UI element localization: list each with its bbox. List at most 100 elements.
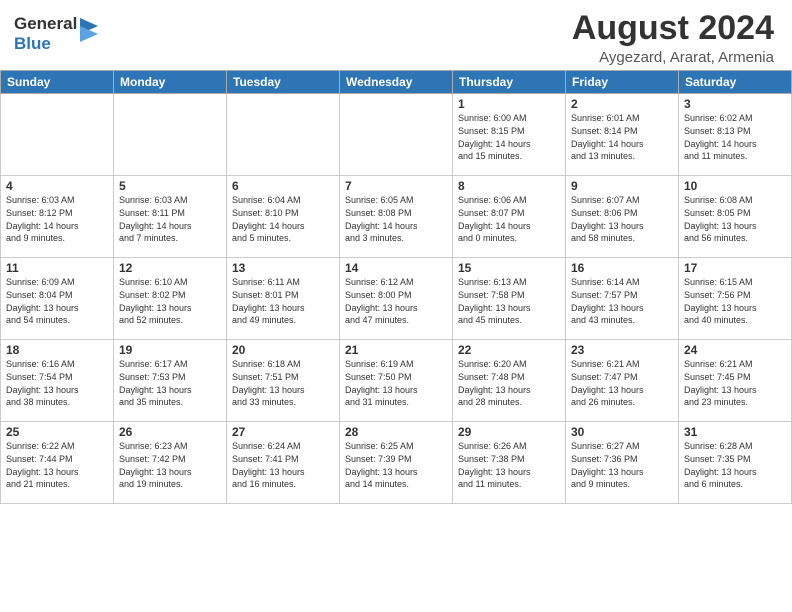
day-info: Sunrise: 6:01 AMSunset: 8:14 PMDaylight:… (571, 112, 673, 162)
day-info: Sunrise: 6:13 AMSunset: 7:58 PMDaylight:… (458, 276, 560, 326)
day-info: Sunrise: 6:21 AMSunset: 7:47 PMDaylight:… (571, 358, 673, 408)
calendar-day-cell: 31Sunrise: 6:28 AMSunset: 7:35 PMDayligh… (679, 422, 792, 504)
calendar-day-cell: 25Sunrise: 6:22 AMSunset: 7:44 PMDayligh… (1, 422, 114, 504)
day-number: 8 (458, 179, 560, 193)
calendar-day-cell: 5Sunrise: 6:03 AMSunset: 8:11 PMDaylight… (114, 176, 227, 258)
calendar-day-cell: 8Sunrise: 6:06 AMSunset: 8:07 PMDaylight… (453, 176, 566, 258)
day-info: Sunrise: 6:06 AMSunset: 8:07 PMDaylight:… (458, 194, 560, 244)
day-info: Sunrise: 6:10 AMSunset: 8:02 PMDaylight:… (119, 276, 221, 326)
calendar-table: SundayMondayTuesdayWednesdayThursdayFrid… (0, 70, 792, 504)
calendar-week-row: 25Sunrise: 6:22 AMSunset: 7:44 PMDayligh… (1, 422, 792, 504)
day-number: 20 (232, 343, 334, 357)
calendar-day-cell: 10Sunrise: 6:08 AMSunset: 8:05 PMDayligh… (679, 176, 792, 258)
calendar-day-cell: 20Sunrise: 6:18 AMSunset: 7:51 PMDayligh… (227, 340, 340, 422)
logo-blue: Blue (14, 34, 51, 53)
day-number: 1 (458, 97, 560, 111)
day-number: 18 (6, 343, 108, 357)
day-number: 22 (458, 343, 560, 357)
calendar-day-cell: 26Sunrise: 6:23 AMSunset: 7:42 PMDayligh… (114, 422, 227, 504)
day-number: 7 (345, 179, 447, 193)
calendar-day-header: Wednesday (340, 71, 453, 94)
day-info: Sunrise: 6:05 AMSunset: 8:08 PMDaylight:… (345, 194, 447, 244)
day-info: Sunrise: 6:16 AMSunset: 7:54 PMDaylight:… (6, 358, 108, 408)
day-info: Sunrise: 6:25 AMSunset: 7:39 PMDaylight:… (345, 440, 447, 490)
logo-text-block: General Blue (14, 14, 77, 53)
calendar-day-cell (340, 94, 453, 176)
calendar-day-cell (114, 94, 227, 176)
calendar-day-cell: 4Sunrise: 6:03 AMSunset: 8:12 PMDaylight… (1, 176, 114, 258)
day-info: Sunrise: 6:22 AMSunset: 7:44 PMDaylight:… (6, 440, 108, 490)
calendar-day-cell: 29Sunrise: 6:26 AMSunset: 7:38 PMDayligh… (453, 422, 566, 504)
calendar-day-cell: 11Sunrise: 6:09 AMSunset: 8:04 PMDayligh… (1, 258, 114, 340)
day-info: Sunrise: 6:26 AMSunset: 7:38 PMDaylight:… (458, 440, 560, 490)
day-number: 23 (571, 343, 673, 357)
calendar-day-cell: 1Sunrise: 6:00 AMSunset: 8:15 PMDaylight… (453, 94, 566, 176)
logo-line: General Blue (14, 14, 102, 53)
day-info: Sunrise: 6:20 AMSunset: 7:48 PMDaylight:… (458, 358, 560, 408)
day-number: 28 (345, 425, 447, 439)
day-number: 6 (232, 179, 334, 193)
header: General Blue August 2024 Aygezard, Arara… (0, 0, 792, 70)
day-info: Sunrise: 6:28 AMSunset: 7:35 PMDaylight:… (684, 440, 786, 490)
day-number: 13 (232, 261, 334, 275)
day-info: Sunrise: 6:24 AMSunset: 7:41 PMDaylight:… (232, 440, 334, 490)
day-number: 4 (6, 179, 108, 193)
day-number: 29 (458, 425, 560, 439)
day-info: Sunrise: 6:17 AMSunset: 7:53 PMDaylight:… (119, 358, 221, 408)
day-number: 11 (6, 261, 108, 275)
calendar-header-row: SundayMondayTuesdayWednesdayThursdayFrid… (1, 71, 792, 94)
logo-wrap: General Blue (14, 10, 102, 53)
calendar-day-cell: 2Sunrise: 6:01 AMSunset: 8:14 PMDaylight… (566, 94, 679, 176)
day-number: 10 (684, 179, 786, 193)
calendar-day-header: Tuesday (227, 71, 340, 94)
page-container: General Blue August 2024 Aygezard, Arara… (0, 0, 792, 612)
day-info: Sunrise: 6:14 AMSunset: 7:57 PMDaylight:… (571, 276, 673, 326)
day-number: 24 (684, 343, 786, 357)
calendar-day-cell: 7Sunrise: 6:05 AMSunset: 8:08 PMDaylight… (340, 176, 453, 258)
calendar-day-cell: 15Sunrise: 6:13 AMSunset: 7:58 PMDayligh… (453, 258, 566, 340)
calendar-day-cell: 21Sunrise: 6:19 AMSunset: 7:50 PMDayligh… (340, 340, 453, 422)
main-title: August 2024 (572, 10, 774, 47)
day-info: Sunrise: 6:23 AMSunset: 7:42 PMDaylight:… (119, 440, 221, 490)
calendar-day-cell: 30Sunrise: 6:27 AMSunset: 7:36 PMDayligh… (566, 422, 679, 504)
calendar-day-header: Sunday (1, 71, 114, 94)
day-number: 30 (571, 425, 673, 439)
day-number: 21 (345, 343, 447, 357)
calendar-day-cell: 17Sunrise: 6:15 AMSunset: 7:56 PMDayligh… (679, 258, 792, 340)
day-number: 27 (232, 425, 334, 439)
day-number: 17 (684, 261, 786, 275)
calendar-day-cell: 3Sunrise: 6:02 AMSunset: 8:13 PMDaylight… (679, 94, 792, 176)
calendar-day-cell: 14Sunrise: 6:12 AMSunset: 8:00 PMDayligh… (340, 258, 453, 340)
calendar-day-cell: 9Sunrise: 6:07 AMSunset: 8:06 PMDaylight… (566, 176, 679, 258)
calendar-week-row: 18Sunrise: 6:16 AMSunset: 7:54 PMDayligh… (1, 340, 792, 422)
calendar-day-header: Thursday (453, 71, 566, 94)
calendar-day-header: Friday (566, 71, 679, 94)
calendar-day-cell: 13Sunrise: 6:11 AMSunset: 8:01 PMDayligh… (227, 258, 340, 340)
day-info: Sunrise: 6:19 AMSunset: 7:50 PMDaylight:… (345, 358, 447, 408)
day-info: Sunrise: 6:09 AMSunset: 8:04 PMDaylight:… (6, 276, 108, 326)
day-info: Sunrise: 6:12 AMSunset: 8:00 PMDaylight:… (345, 276, 447, 326)
day-info: Sunrise: 6:21 AMSunset: 7:45 PMDaylight:… (684, 358, 786, 408)
day-number: 3 (684, 97, 786, 111)
calendar-day-cell: 18Sunrise: 6:16 AMSunset: 7:54 PMDayligh… (1, 340, 114, 422)
day-info: Sunrise: 6:18 AMSunset: 7:51 PMDaylight:… (232, 358, 334, 408)
day-info: Sunrise: 6:07 AMSunset: 8:06 PMDaylight:… (571, 194, 673, 244)
day-number: 2 (571, 97, 673, 111)
day-info: Sunrise: 6:02 AMSunset: 8:13 PMDaylight:… (684, 112, 786, 162)
calendar-day-cell: 24Sunrise: 6:21 AMSunset: 7:45 PMDayligh… (679, 340, 792, 422)
day-number: 19 (119, 343, 221, 357)
calendar-day-cell: 28Sunrise: 6:25 AMSunset: 7:39 PMDayligh… (340, 422, 453, 504)
day-number: 16 (571, 261, 673, 275)
day-info: Sunrise: 6:08 AMSunset: 8:05 PMDaylight:… (684, 194, 786, 244)
day-number: 31 (684, 425, 786, 439)
calendar-day-cell: 16Sunrise: 6:14 AMSunset: 7:57 PMDayligh… (566, 258, 679, 340)
title-block: August 2024 Aygezard, Ararat, Armenia (572, 10, 774, 66)
day-info: Sunrise: 6:11 AMSunset: 8:01 PMDaylight:… (232, 276, 334, 326)
calendar-week-row: 4Sunrise: 6:03 AMSunset: 8:12 PMDaylight… (1, 176, 792, 258)
calendar-week-row: 1Sunrise: 6:00 AMSunset: 8:15 PMDaylight… (1, 94, 792, 176)
day-number: 15 (458, 261, 560, 275)
day-info: Sunrise: 6:04 AMSunset: 8:10 PMDaylight:… (232, 194, 334, 244)
calendar-day-cell: 22Sunrise: 6:20 AMSunset: 7:48 PMDayligh… (453, 340, 566, 422)
day-number: 5 (119, 179, 221, 193)
day-number: 26 (119, 425, 221, 439)
